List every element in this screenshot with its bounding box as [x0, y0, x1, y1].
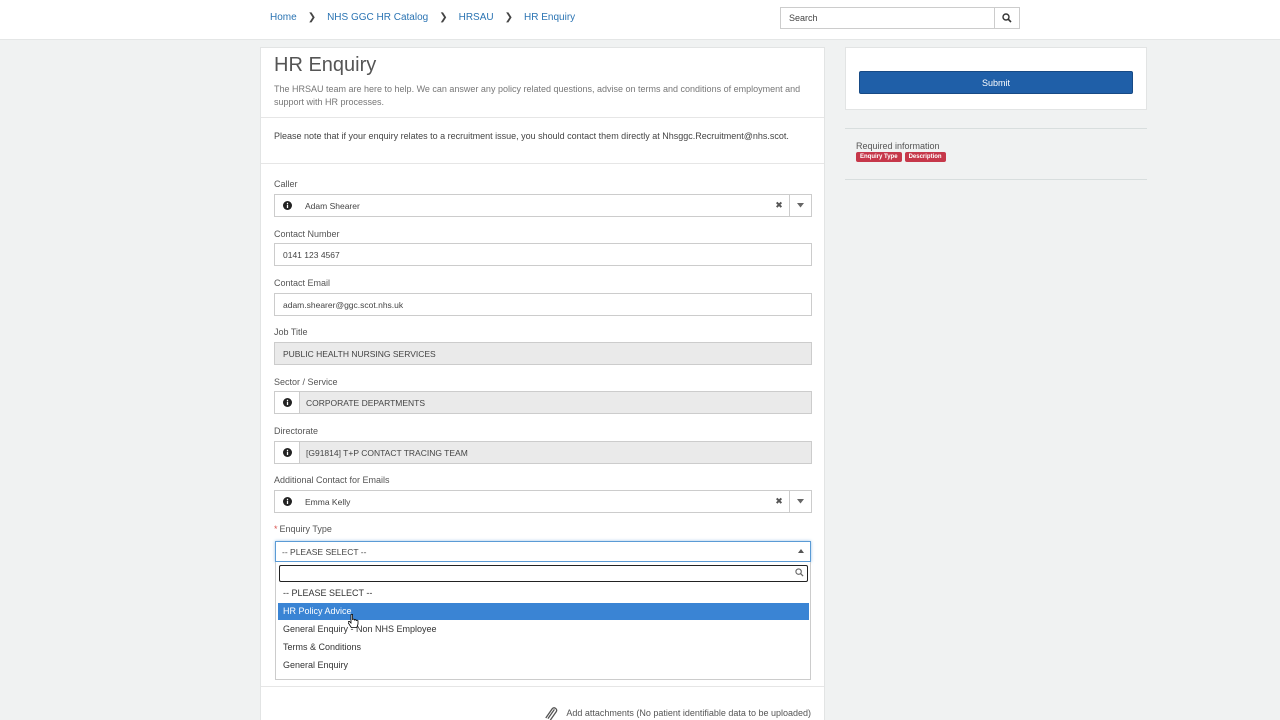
required-info-label: Required information [856, 141, 940, 151]
job-title-field: PUBLIC HEALTH NURSING SERVICES [274, 342, 812, 365]
intro-text: The HRSAU team are here to help. We can … [274, 84, 801, 107]
paperclip-icon [545, 707, 558, 720]
add-attachments[interactable]: Add attachments (No patient identifiable… [542, 706, 811, 720]
divider [845, 128, 1147, 129]
job-title-value: PUBLIC HEALTH NURSING SERVICES [283, 348, 436, 359]
enquiry-type-select[interactable]: -- PLEASE SELECT -- [275, 541, 811, 562]
enquiry-type-label-text: Enquiry Type [279, 524, 332, 534]
breadcrumb-hr-enquiry[interactable]: HR Enquiry [524, 12, 575, 23]
additional-contact-field[interactable]: Emma Kelly ✖ [274, 490, 812, 513]
required-badge-description[interactable]: Description [904, 152, 946, 162]
job-title-label: Job Title [274, 327, 308, 337]
caret-up-icon [798, 549, 804, 553]
recruitment-note: Please note that if your enquiry relates… [274, 131, 789, 141]
clear-icon[interactable]: ✖ [769, 200, 789, 211]
sector-field: CORPORATE DEPARTMENTS [274, 391, 812, 414]
submit-panel: Submit [845, 47, 1147, 110]
clear-icon[interactable]: ✖ [769, 496, 789, 507]
dropdown-option[interactable]: -- PLEASE SELECT -- [278, 585, 809, 602]
submit-button[interactable]: Submit [859, 71, 1133, 94]
breadcrumb: Home ❯ NHS GGC HR Catalog ❯ HRSAU ❯ HR E… [270, 12, 575, 23]
enquiry-type-label: * Enquiry Type [274, 524, 332, 534]
dropdown-search-input[interactable] [280, 566, 807, 582]
additional-contact-label: Additional Contact for Emails [274, 475, 390, 485]
breadcrumb-hrsau[interactable]: HRSAU [459, 12, 494, 23]
sector-label: Sector / Service [274, 377, 338, 387]
info-icon[interactable] [275, 442, 299, 463]
enquiry-type-value: -- PLEASE SELECT -- [282, 546, 367, 557]
divider [261, 117, 824, 118]
required-mark: * [274, 524, 278, 534]
hand-cursor-icon [348, 614, 359, 628]
contact-number-field[interactable]: 0141 123 4567 [274, 243, 812, 266]
chevron-right-icon: ❯ [307, 12, 317, 23]
info-icon[interactable] [275, 491, 299, 512]
search-input[interactable] [781, 8, 994, 28]
contact-email-field[interactable]: adam.shearer@ggc.scot.nhs.uk [274, 293, 812, 316]
chevron-right-icon: ❯ [439, 12, 448, 23]
required-badges: Enquiry Type Description [856, 152, 946, 162]
breadcrumb-home[interactable]: Home [270, 12, 297, 23]
breadcrumb-catalog[interactable]: NHS GGC HR Catalog [327, 12, 428, 23]
divider [845, 179, 1147, 180]
search-icon [1002, 13, 1012, 23]
directorate-field: [G91814] T+P CONTACT TRACING TEAM [274, 441, 812, 464]
page-title: HR Enquiry [274, 54, 377, 76]
directorate-value: [G91814] T+P CONTACT TRACING TEAM [299, 442, 811, 463]
search-icon [795, 568, 804, 577]
directorate-label: Directorate [274, 426, 319, 436]
info-icon[interactable] [275, 195, 299, 216]
caller-label: Caller [274, 179, 298, 189]
search-box [780, 7, 1020, 29]
contact-number-label: Contact Number [274, 229, 340, 239]
caret-down-icon[interactable] [789, 195, 811, 216]
sector-value: CORPORATE DEPARTMENTS [299, 392, 811, 413]
caret-down-icon[interactable] [789, 491, 811, 512]
dropdown-option[interactable]: Terms & Conditions [278, 639, 809, 656]
divider [261, 163, 824, 164]
form-panel: HR Enquiry The HRSAU team are here to he… [260, 47, 825, 720]
caller-field[interactable]: Adam Shearer ✖ [274, 194, 812, 217]
dropdown-option[interactable]: General Enquiry [278, 657, 809, 674]
info-icon[interactable] [275, 392, 299, 413]
divider [261, 686, 824, 687]
add-attachments-label: Add attachments (No patient identifiable… [566, 708, 811, 718]
chevron-right-icon: ❯ [504, 12, 514, 23]
search-button[interactable] [994, 8, 1019, 28]
caller-value: Adam Shearer [305, 200, 360, 211]
top-bar: Home ❯ NHS GGC HR Catalog ❯ HRSAU ❯ HR E… [0, 0, 1280, 40]
contact-email-value: adam.shearer@ggc.scot.nhs.uk [283, 299, 404, 310]
dropdown-search [279, 565, 808, 582]
additional-contact-value: Emma Kelly [305, 496, 351, 507]
contact-email-label: Contact Email [274, 278, 331, 288]
required-badge-enquiry-type[interactable]: Enquiry Type [856, 152, 902, 162]
contact-number-value: 0141 123 4567 [283, 249, 340, 260]
